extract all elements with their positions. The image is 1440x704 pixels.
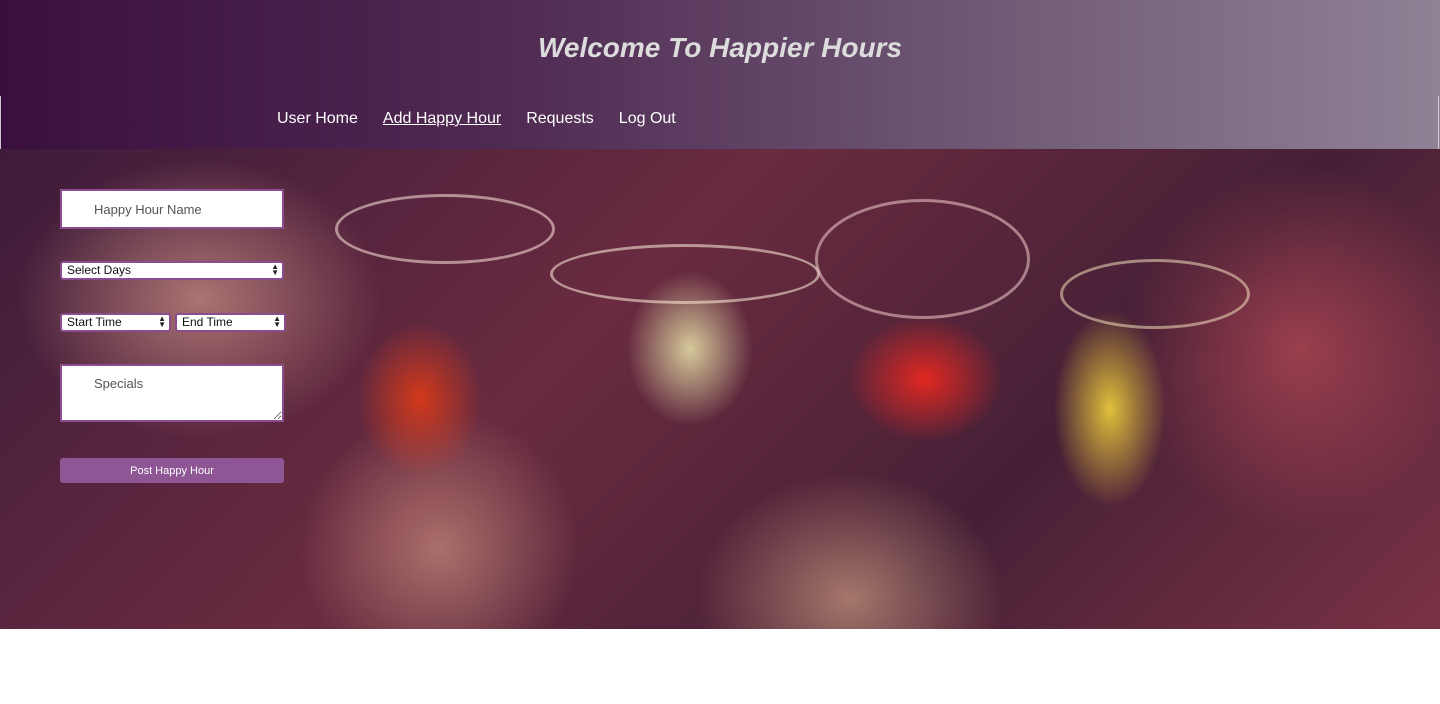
hero-glass-shape [550, 244, 820, 304]
main-nav: User Home Add Happy Hour Requests Log Ou… [277, 109, 701, 129]
nav-requests-link[interactable]: Requests [526, 109, 594, 129]
nav-user-home-link[interactable]: User Home [277, 109, 358, 129]
start-time-value: Start Time [67, 315, 122, 329]
nav-log-out-link[interactable]: Log Out [619, 109, 676, 129]
hero-glass-shape [335, 194, 555, 264]
end-time-dropdown[interactable]: End Time ▲ ▼ [175, 313, 286, 332]
select-days-value: Select Days [67, 263, 132, 277]
end-time-value: End Time [182, 315, 233, 329]
nav-divider [1438, 96, 1439, 149]
hero-glass-shape [1060, 259, 1250, 329]
specials-textarea[interactable] [60, 364, 284, 422]
updown-arrow-icon: ▲ ▼ [158, 314, 166, 329]
nav-divider [0, 96, 1, 149]
nav-add-happy-hour-link[interactable]: Add Happy Hour [383, 109, 501, 129]
post-happy-hour-button[interactable]: Post Happy Hour [60, 458, 284, 483]
updown-arrow-icon: ▲ ▼ [271, 262, 279, 277]
happy-hour-name-input[interactable] [60, 189, 284, 229]
updown-arrow-icon: ▲ ▼ [273, 314, 281, 329]
site-title: Welcome To Happier Hours [537, 32, 903, 63]
select-days-dropdown[interactable]: Select Days ▲ ▼ [60, 261, 284, 280]
site-header: Welcome To Happier Hours User Home Add H… [0, 0, 1440, 149]
start-time-dropdown[interactable]: Start Time ▲ ▼ [60, 313, 171, 332]
hero-glass-shape [815, 199, 1030, 319]
